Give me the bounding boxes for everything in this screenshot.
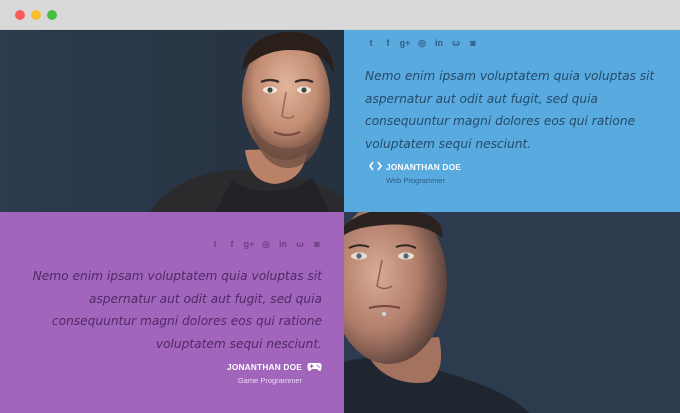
dribbble-icon[interactable]: ◎ [261, 239, 271, 249]
close-window-button[interactable] [15, 10, 25, 20]
testimonial-quote: Nemo enim ipsam voluptatem quia voluptas… [365, 69, 655, 151]
author-name: JONANTHAN DOE [386, 162, 461, 172]
linkedin-icon[interactable]: in [434, 38, 444, 48]
weibo-icon[interactable]: ω [451, 38, 461, 48]
social-links: t f g+ ◎ in ω ◙ [210, 239, 322, 249]
weibo-icon[interactable]: ω [295, 239, 305, 249]
testimonial-card-game-programmer: t f g+ ◎ in ω ◙ Nemo enim ipsam voluptat… [0, 212, 344, 413]
instagram-icon[interactable]: ◙ [312, 239, 322, 249]
instagram-icon[interactable]: ◙ [468, 38, 478, 48]
author-name-wrap: JONANTHAN DOE [227, 362, 322, 372]
author-role: Game Programmer [237, 376, 302, 385]
twitter-icon[interactable]: t [366, 38, 376, 48]
testimonial-author: JONANTHAN DOE Game Programmer [227, 362, 322, 385]
browser-window: t f g+ ◎ in ω ◙ Nemo enim ipsam voluptat… [0, 0, 680, 413]
dribbble-icon[interactable]: ◎ [417, 38, 427, 48]
testimonial-card-web-programmer: t f g+ ◎ in ω ◙ Nemo enim ipsam voluptat… [344, 30, 680, 212]
linkedin-icon[interactable]: in [278, 239, 288, 249]
man-portrait-image-2 [344, 212, 680, 413]
testimonial-quote: Nemo enim ipsam voluptatem quia voluptas… [32, 269, 322, 351]
facebook-icon[interactable]: f [383, 38, 393, 48]
testimonial-author: JONANTHAN DOE Web Programmer [369, 161, 461, 185]
facebook-icon[interactable]: f [227, 239, 237, 249]
author-name: JONANTHAN DOE [227, 362, 302, 372]
gamepad-icon [307, 363, 322, 371]
portrait-photo-2 [344, 212, 680, 413]
man-portrait-image-1 [0, 30, 344, 212]
portrait-photo-1 [0, 30, 344, 212]
author-name-wrap: JONANTHAN DOE [369, 161, 461, 172]
twitter-icon[interactable]: t [210, 239, 220, 249]
author-role: Web Programmer [386, 176, 446, 185]
social-links: t f g+ ◎ in ω ◙ [366, 38, 478, 48]
minimize-window-button[interactable] [31, 10, 41, 20]
maximize-window-button[interactable] [47, 10, 57, 20]
code-icon [369, 161, 382, 171]
window-titlebar [0, 0, 680, 30]
google-plus-icon[interactable]: g+ [244, 239, 255, 249]
google-plus-icon[interactable]: g+ [400, 38, 411, 48]
